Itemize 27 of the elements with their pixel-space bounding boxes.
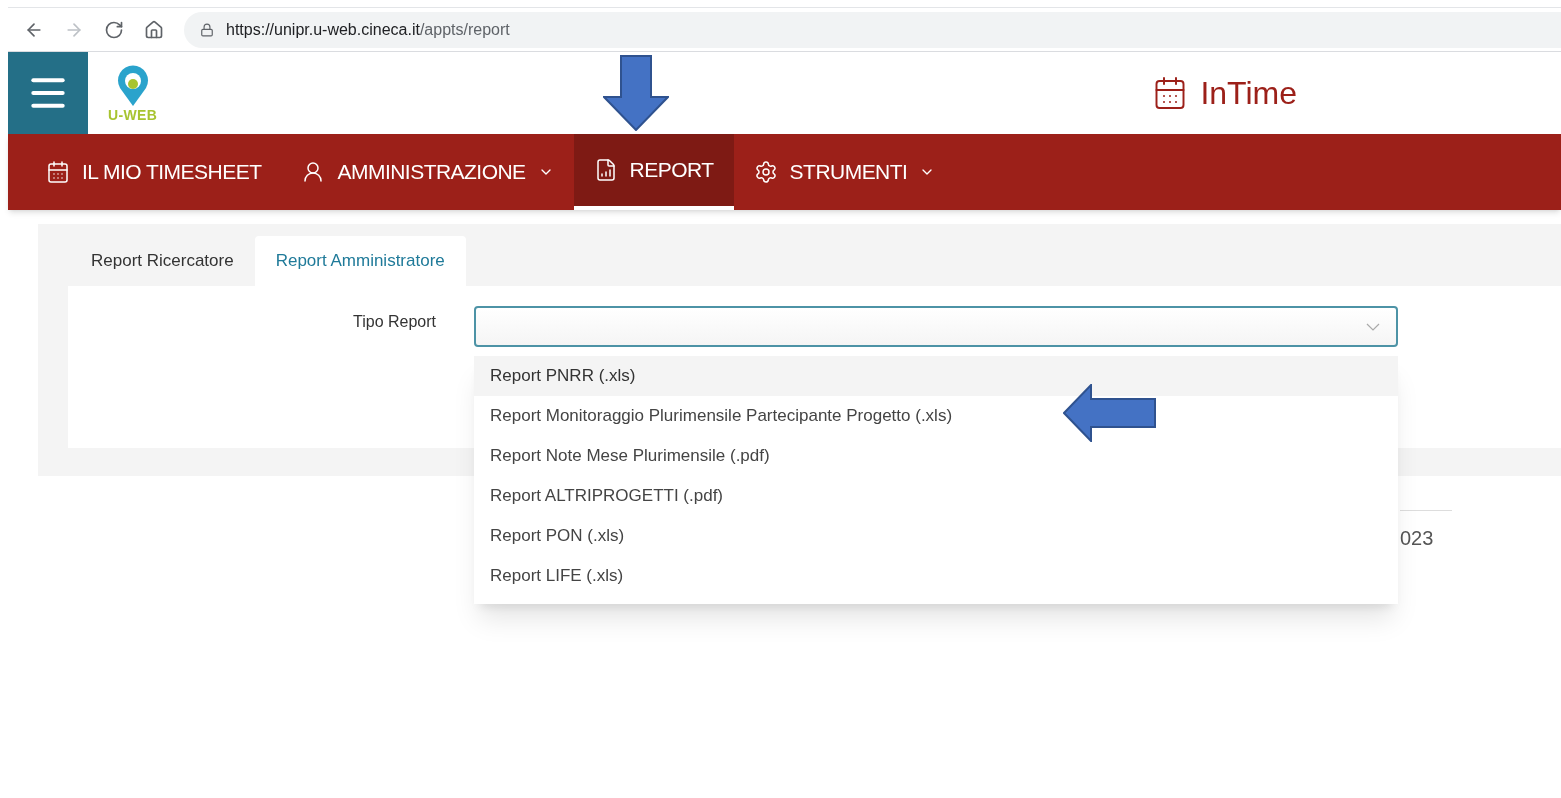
footer-text: 023 [1400,527,1434,549]
nav-tab[interactable]: AMMINISTRAZIONE [281,134,574,210]
lock-icon [200,22,214,37]
dropdown-option[interactable]: Report PON (.xls) [474,516,1398,556]
dropdown-option[interactable]: Report PNRR (.xls) [474,356,1398,396]
dropdown-option[interactable]: Report ALTRIPROGETTI (.pdf) [474,476,1398,516]
location-pin-icon [115,64,150,108]
logo-text: U-WEB [108,108,158,122]
tab[interactable]: Report Ricercatore [70,236,255,286]
url-text: https://unipr.u-web.cineca.it/appts/report [226,19,510,40]
address-bar[interactable]: https://unipr.u-web.cineca.it/appts/report [184,11,1561,48]
dropdown-option[interactable]: Report Monitoraggio Plurimensile Partecipante Progetto (.xls) [474,396,1398,436]
field-label: Tipo Report [352,312,437,332]
select-field[interactable] [474,306,1398,347]
calendar-icon [46,160,70,184]
chevron-icon [1366,322,1380,331]
nav-tab[interactable]: REPORT [573,134,734,210]
nav-tab[interactable]: STRUMENTI [733,134,956,210]
dropdown-option[interactable]: Report Note Mese Plurimensile (.pdf) [474,436,1398,476]
home-icon[interactable] [144,19,164,40]
dropdown-option[interactable]: Report LIFE (.xls) [474,556,1398,596]
settings-icon [753,160,778,184]
tab[interactable]: Report Amministratore [254,236,466,286]
app-title: InTime [1200,74,1297,113]
nav-tab[interactable]: IL MIO TIMESHEET [26,134,282,210]
menu-button[interactable] [8,52,88,134]
reload-icon[interactable] [104,19,124,40]
